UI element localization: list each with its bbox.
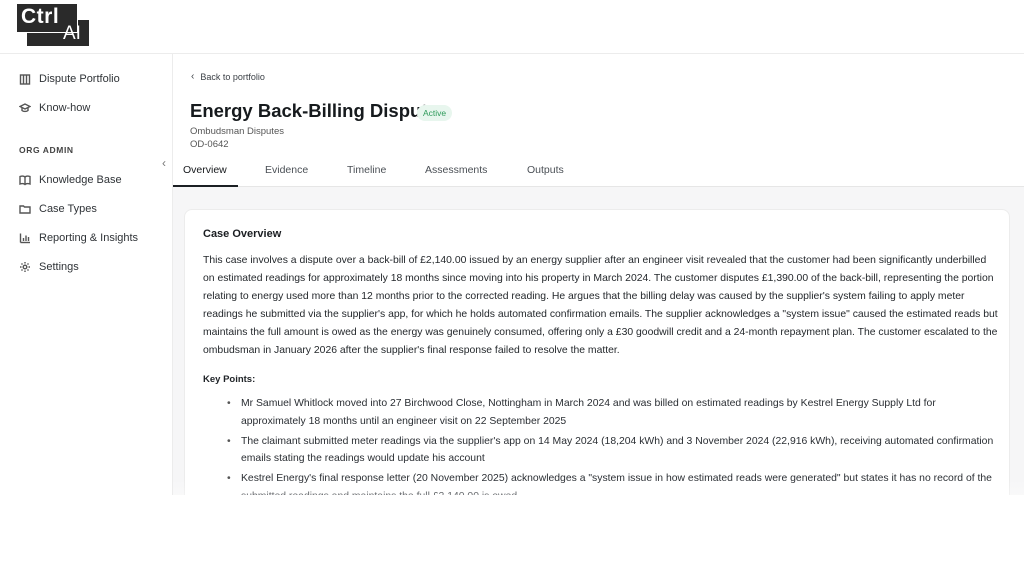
sidebar-item-know-how[interactable]: Know-how: [19, 99, 90, 117]
tab-evidence[interactable]: Evidence: [265, 164, 308, 176]
logo-text-ctrl: Ctrl: [21, 5, 60, 28]
sidebar-item-label: Case Types: [39, 203, 97, 215]
case-overview-text: This case involves a dispute over a back…: [203, 255, 998, 356]
key-points-heading: Key Points:: [203, 374, 256, 385]
sidebar-item-settings[interactable]: Settings: [19, 258, 79, 276]
sidebar-item-dispute-portfolio[interactable]: Dispute Portfolio: [19, 70, 120, 88]
case-header: ‹ Back to portfolio Energy Back-Billing …: [173, 54, 1024, 187]
logo-text-ai: AI: [63, 23, 81, 44]
status-badge: Active: [417, 105, 453, 121]
book-icon: [19, 175, 31, 186]
folder-icon: [19, 205, 31, 214]
tab-bar: Overview Evidence Timeline Assessments O…: [173, 157, 1024, 187]
sidebar-item-case-types[interactable]: Case Types: [19, 200, 97, 218]
sidebar-collapse-chevron-icon[interactable]: ‹: [162, 156, 166, 170]
sidebar-item-label: Settings: [39, 261, 79, 273]
tab-timeline[interactable]: Timeline: [347, 164, 386, 176]
case-overview-heading: Case Overview: [203, 228, 282, 240]
building-icon: [19, 74, 31, 85]
page-title: Energy Back-Billing Dispute: [190, 100, 438, 121]
bar-chart-icon: [19, 233, 30, 244]
back-to-portfolio-link[interactable]: ‹ Back to portfolio: [191, 71, 265, 82]
tab-assessments[interactable]: Assessments: [425, 164, 487, 176]
top-bar: Ctrl AI: [0, 0, 1024, 54]
sidebar-item-label: Reporting & Insights: [39, 232, 139, 244]
tab-overview[interactable]: Overview: [183, 164, 227, 176]
sidebar-item-reporting-insights[interactable]: Reporting & Insights: [19, 229, 138, 247]
sidebar-item-label: Dispute Portfolio: [39, 73, 120, 85]
case-id: OD-0642: [190, 139, 229, 150]
section-label-org-admin: ORG ADMIN: [19, 145, 74, 155]
bottom-blank-area: [0, 495, 1024, 574]
list-item: Mr Samuel Whitlock moved into 27 Birchwo…: [227, 395, 997, 430]
list-item: The claimant submitted meter readings vi…: [227, 433, 997, 468]
case-category: Ombudsman Disputes: [190, 126, 284, 137]
graduation-cap-icon: [19, 103, 31, 113]
gear-icon: [20, 262, 30, 272]
ctrl-ai-logo[interactable]: Ctrl AI: [16, 3, 91, 47]
chevron-left-icon: ‹: [191, 71, 195, 82]
sidebar-item-label: Knowledge Base: [39, 174, 122, 186]
sidebar-item-knowledge-base[interactable]: Knowledge Base: [19, 171, 122, 189]
tab-outputs[interactable]: Outputs: [527, 164, 564, 176]
active-tab-indicator: [173, 185, 238, 187]
back-link-label: Back to portfolio: [200, 71, 265, 82]
sidebar-item-label: Know-how: [39, 102, 91, 114]
